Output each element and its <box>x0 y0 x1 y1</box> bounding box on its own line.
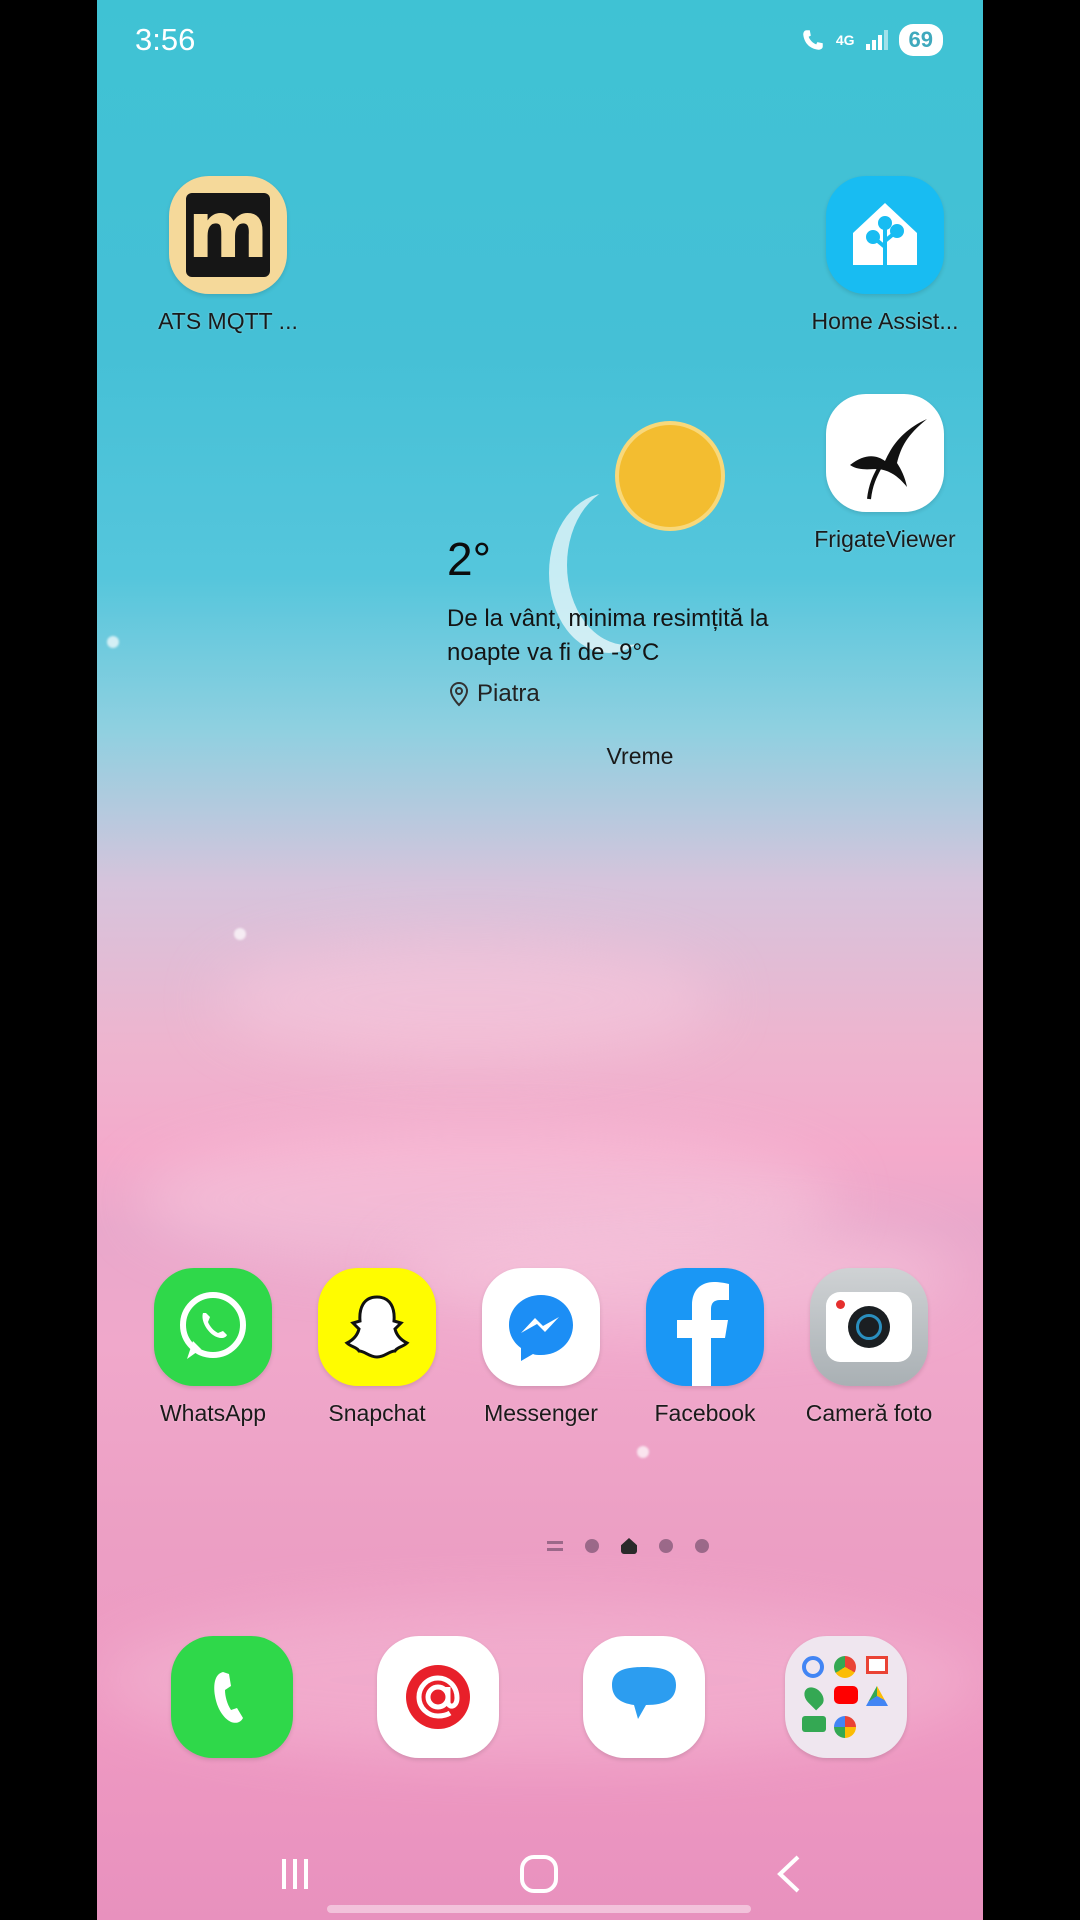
app-messenger[interactable]: Messenger <box>466 1268 616 1427</box>
page-dot[interactable] <box>585 1539 599 1553</box>
back-button[interactable] <box>769 1852 809 1896</box>
wallpaper-sparkle <box>234 928 246 940</box>
wallpaper-sparkle <box>637 1446 649 1458</box>
network-type: 4G <box>835 32 855 48</box>
app-label: FrigateViewer <box>814 526 956 552</box>
recent-apps-icon <box>282 1859 308 1889</box>
home-page-icon[interactable] <box>621 1538 637 1554</box>
wallpaper-sparkle <box>107 636 119 648</box>
app-facebook[interactable]: Facebook <box>630 1268 780 1427</box>
snapchat-ghost-icon <box>318 1268 436 1386</box>
dock-google-folder[interactable] <box>785 1636 907 1758</box>
app-label: Facebook <box>654 1400 756 1426</box>
app-label: Snapchat <box>328 1400 426 1426</box>
weather-location: Piatra <box>449 680 540 708</box>
status-time: 3:56 <box>135 22 196 57</box>
weather-widget-title: Vreme <box>606 743 674 769</box>
email-icon <box>406 1665 470 1729</box>
dock-messages[interactable] <box>583 1636 705 1758</box>
app-label: ATS MQTT ... <box>158 308 298 334</box>
whatsapp-icon <box>154 1268 272 1386</box>
home-nav-icon <box>520 1855 558 1893</box>
sun-icon <box>615 421 725 531</box>
google-folder-icon <box>800 1656 890 1738</box>
app-frigate-viewer[interactable]: FrigateViewer <box>810 394 960 553</box>
recent-apps-button[interactable] <box>275 1852 315 1896</box>
app-label: Cameră foto <box>805 1400 933 1426</box>
facebook-icon <box>646 1268 764 1386</box>
page-list-icon[interactable] <box>547 1541 563 1551</box>
app-camera[interactable]: Cameră foto <box>794 1268 944 1427</box>
page-indicator[interactable] <box>547 1538 709 1554</box>
messenger-icon <box>482 1268 600 1386</box>
home-screen: 3:56 4G 69 m ATS MQTT ... Home Assist...… <box>97 0 983 1920</box>
app-label: Messenger <box>484 1400 598 1426</box>
gesture-handle[interactable] <box>327 1905 751 1913</box>
weather-temperature: 2° <box>447 533 491 585</box>
page-dot[interactable] <box>659 1539 673 1553</box>
weather-location-name: Piatra <box>477 680 540 707</box>
home-assistant-icon <box>826 176 944 294</box>
home-button[interactable] <box>517 1852 561 1896</box>
messages-icon <box>612 1667 676 1719</box>
dock-email[interactable] <box>377 1636 499 1758</box>
status-icons: 4G 69 <box>800 24 943 56</box>
camera-icon <box>810 1268 928 1386</box>
ats-mqtt-icon: m <box>169 176 287 294</box>
status-bar: 3:56 4G 69 <box>97 0 983 84</box>
app-ats-mqtt[interactable]: m ATS MQTT ... <box>153 176 303 335</box>
weather-description: De la vânt, minima resimțită la noapte v… <box>447 605 769 666</box>
app-label: WhatsApp <box>159 1400 267 1426</box>
app-snapchat[interactable]: Snapchat <box>302 1268 452 1427</box>
call-icon <box>803 30 823 50</box>
app-label: Home Assist... <box>811 308 959 334</box>
page-dot[interactable] <box>695 1539 709 1553</box>
signal-icon <box>865 30 888 50</box>
app-home-assistant[interactable]: Home Assist... <box>810 176 960 335</box>
battery-level: 69 <box>898 24 943 56</box>
dock-phone[interactable] <box>171 1636 293 1758</box>
frigate-bird-icon <box>826 394 944 512</box>
app-whatsapp[interactable]: WhatsApp <box>138 1268 288 1427</box>
back-icon <box>777 1855 800 1893</box>
location-pin-icon <box>449 681 469 707</box>
phone-icon <box>214 1672 243 1723</box>
